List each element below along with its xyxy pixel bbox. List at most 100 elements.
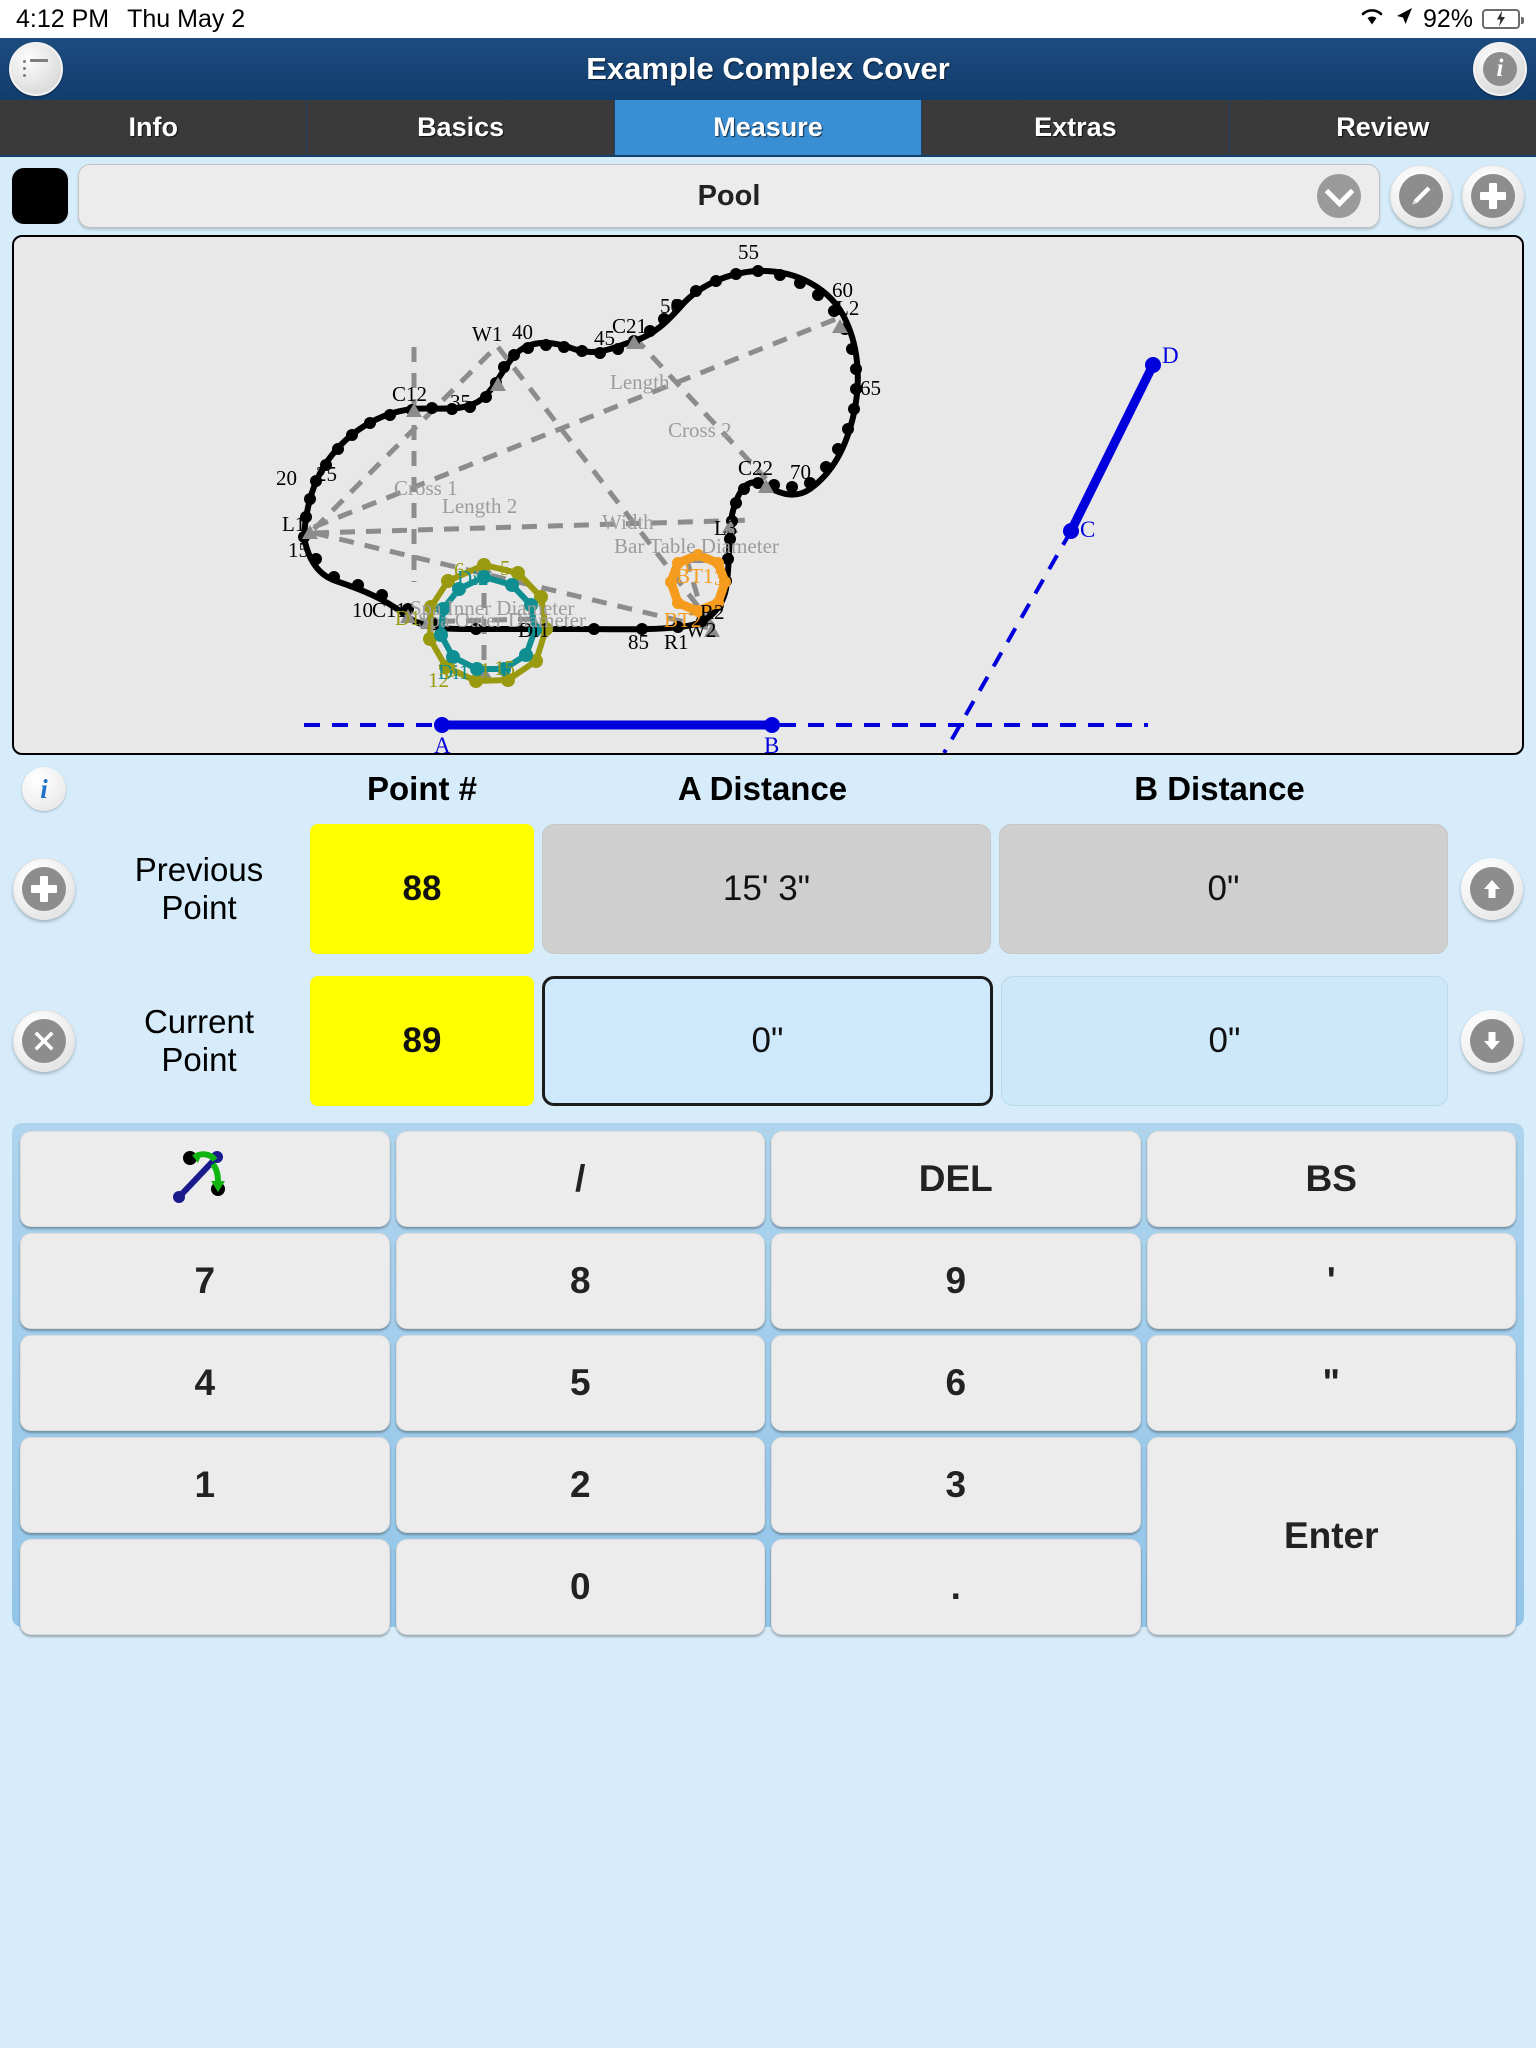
title-bar: Example Complex Cover i (0, 38, 1536, 100)
previous-point-a-distance[interactable]: 15' 3" (542, 824, 991, 954)
svg-text:70: 70 (790, 460, 811, 484)
measurement-diagram[interactable]: 25 20 15 10 35 40 45 50 55 60 65 70 85 C… (12, 235, 1524, 755)
svg-text:Length: Length (610, 370, 670, 394)
tab-measure[interactable]: Measure (614, 100, 923, 155)
current-point-down-button[interactable] (1461, 1010, 1523, 1072)
svg-text:R1: R1 (664, 630, 689, 654)
arrow-up-icon (1470, 867, 1514, 911)
battery-percent: 92% (1422, 4, 1473, 33)
status-date: Thu May 2 (127, 4, 246, 33)
pool-outline (300, 267, 861, 633)
battery-charging-icon (1482, 9, 1524, 29)
svg-text:15: 15 (494, 656, 515, 680)
svg-text:3: 3 (446, 658, 457, 682)
key-6[interactable]: 6 (771, 1335, 1141, 1431)
key-slash[interactable]: / (395, 1131, 765, 1227)
key-decimal[interactable]: . (771, 1539, 1141, 1635)
column-header-a-distance: A Distance (677, 770, 848, 807)
current-point-a-distance[interactable]: 0" (542, 976, 993, 1106)
key-8[interactable]: 8 (395, 1233, 765, 1329)
svg-text:D: D (1162, 343, 1179, 368)
menu-button[interactable] (9, 42, 63, 96)
arrow-down-icon (1470, 1019, 1514, 1063)
key-inches[interactable]: " (1146, 1335, 1516, 1431)
key-0[interactable]: 0 (395, 1539, 765, 1635)
key-backspace[interactable]: BS (1146, 1131, 1516, 1227)
key-5[interactable]: 5 (395, 1335, 765, 1431)
svg-text:Bar Table Diameter: Bar Table Diameter (614, 534, 779, 558)
svg-text:L1: L1 (282, 512, 305, 536)
key-2[interactable]: 2 (395, 1437, 765, 1533)
previous-point-up-button[interactable] (1461, 858, 1523, 920)
svg-text:Cross 1: Cross 1 (394, 476, 458, 500)
svg-text:C21: C21 (612, 314, 647, 338)
svg-text:40: 40 (512, 320, 533, 344)
key-feet[interactable]: ' (1146, 1233, 1516, 1329)
svg-text:Width: Width (602, 510, 654, 534)
column-header-point: Point # (366, 770, 477, 807)
key-3[interactable]: 3 (771, 1437, 1141, 1533)
current-point-row: Current Point 89 0" 0" (0, 969, 1536, 1113)
current-point-b-distance[interactable]: 0" (1001, 976, 1448, 1106)
svg-text:C22: C22 (738, 456, 773, 480)
svg-text:W1: W1 (472, 322, 502, 346)
svg-text:20: 20 (276, 466, 297, 490)
svg-text:65: 65 (860, 376, 881, 400)
key-1[interactable]: 1 (20, 1437, 390, 1533)
swap-points-button[interactable] (20, 1131, 390, 1227)
svg-text:A: A (434, 733, 451, 753)
key-9[interactable]: 9 (771, 1233, 1141, 1329)
previous-point-number[interactable]: 88 (310, 824, 534, 954)
previous-point-label: Previous Point (134, 850, 264, 926)
svg-text:10: 10 (352, 598, 373, 622)
column-header-b-distance: B Distance (1134, 770, 1305, 807)
status-time: 4:12 PM (16, 4, 110, 33)
svg-text:5: 5 (500, 556, 511, 580)
svg-text:R2: R2 (700, 600, 725, 624)
edit-shape-button[interactable] (1390, 165, 1452, 227)
page-title: Example Complex Cover (586, 51, 950, 86)
info-icon: i (40, 773, 48, 804)
tab-review[interactable]: Review (1229, 100, 1536, 155)
info-icon: i (1483, 52, 1517, 86)
svg-text:B: B (764, 733, 779, 753)
tab-info[interactable]: Info (0, 100, 308, 155)
svg-text:BT2: BT2 (664, 608, 701, 632)
key-enter[interactable]: Enter (1146, 1437, 1516, 1635)
tab-extras[interactable]: Extras (922, 100, 1230, 155)
key-del[interactable]: DEL (771, 1131, 1141, 1227)
chevron-down-icon[interactable] (1317, 174, 1361, 218)
key-4[interactable]: 4 (20, 1335, 390, 1431)
svg-text:1: 1 (480, 658, 491, 682)
svg-text:85: 85 (628, 630, 649, 654)
add-point-button[interactable] (13, 858, 75, 920)
svg-text:C12: C12 (392, 382, 427, 406)
tab-bar: Info Basics Measure Extras Review (0, 100, 1536, 157)
svg-text:25: 25 (316, 462, 337, 486)
current-point-number[interactable]: 89 (310, 976, 534, 1106)
list-menu-icon (23, 59, 49, 79)
info-button[interactable]: i (1473, 42, 1527, 96)
shape-dropdown[interactable]: Pool (78, 164, 1380, 228)
svg-text:6: 6 (454, 558, 465, 582)
tab-basics[interactable]: Basics (307, 100, 615, 155)
close-x-icon (22, 1019, 66, 1063)
svg-text:3: 3 (714, 566, 725, 590)
key-blank[interactable] (20, 1539, 390, 1635)
delete-point-button[interactable] (13, 1010, 75, 1072)
plus-icon (1471, 174, 1515, 218)
pencil-icon (1399, 174, 1443, 218)
shape-color-swatch[interactable] (12, 168, 68, 224)
shape-selector-row: Pool (0, 157, 1536, 235)
shape-dropdown-value: Pool (697, 179, 761, 212)
svg-text:50: 50 (660, 294, 681, 318)
location-arrow-icon (1394, 5, 1414, 34)
svg-text:Spa Outer Diameter: Spa Outer Diameter (418, 608, 586, 632)
add-shape-button[interactable] (1462, 165, 1524, 227)
key-7[interactable]: 7 (20, 1233, 390, 1329)
svg-text:15: 15 (288, 538, 309, 562)
entry-info-button[interactable]: i (22, 767, 66, 811)
previous-point-b-distance[interactable]: 0" (999, 824, 1448, 954)
plus-icon (22, 867, 66, 911)
diagram-svg[interactable]: 25 20 15 10 35 40 45 50 55 60 65 70 85 C… (14, 237, 1522, 753)
